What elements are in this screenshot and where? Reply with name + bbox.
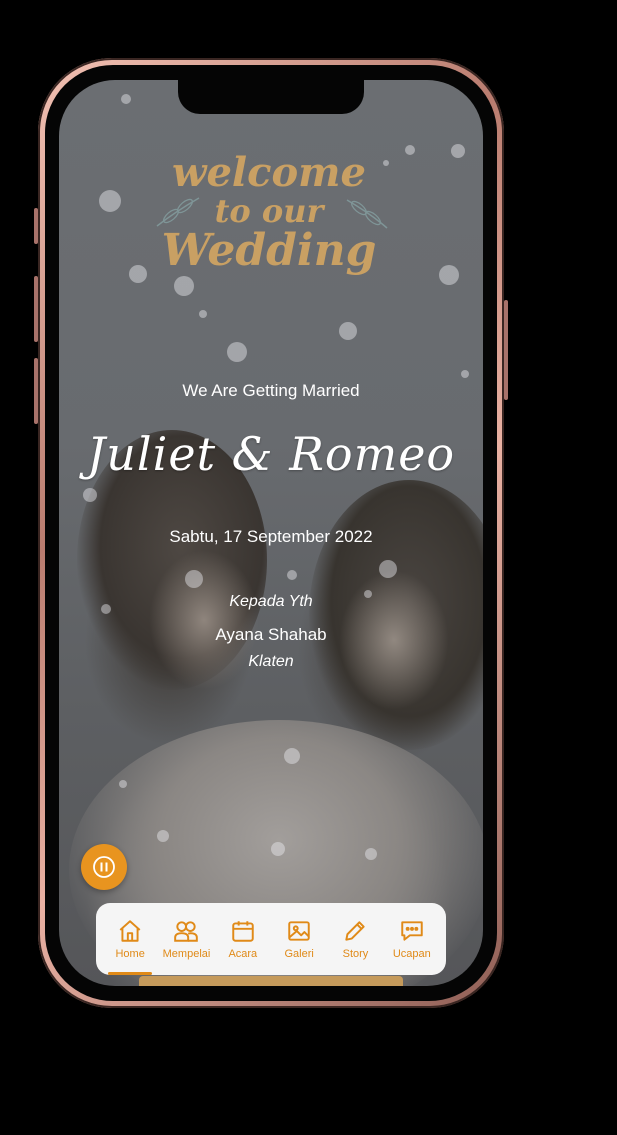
- nav-item-home[interactable]: Home: [102, 903, 158, 975]
- snow-dot: [405, 145, 415, 155]
- bottom-nav: Home Mempelai Acara Galeri Story Ucapan: [96, 903, 446, 975]
- guest-name: Ayana Shahab: [215, 625, 327, 644]
- chat-icon: [401, 921, 423, 941]
- snow-dot: [121, 94, 131, 104]
- bottom-strip: [139, 976, 403, 986]
- snow-dot: [461, 370, 469, 378]
- snow-dot: [365, 848, 377, 860]
- snow-dot: [83, 488, 97, 502]
- nav-label-story: Story: [342, 948, 369, 960]
- welcome-line-1: welcome: [172, 149, 366, 196]
- nav-label-ucapan: Ucapan: [392, 948, 431, 960]
- nav-label-acara: Acara: [228, 948, 258, 960]
- snow-dot: [271, 842, 285, 856]
- side-button: [34, 276, 38, 342]
- nav-item-mempelai[interactable]: Mempelai: [158, 903, 214, 975]
- snow-dot: [157, 830, 169, 842]
- snow-dot: [379, 560, 397, 578]
- welcome-line-3: Wedding: [161, 225, 377, 276]
- snow-dot: [439, 265, 459, 285]
- hero-subtitle: We Are Getting Married: [182, 381, 360, 400]
- nav-label-home: Home: [115, 948, 145, 960]
- screen: welcome to our Wedding We Are Getting Ma…: [59, 80, 483, 986]
- snow-dot: [227, 342, 247, 362]
- pause-icon: [93, 856, 115, 878]
- music-toggle-button[interactable]: [81, 844, 127, 890]
- couple-icon: [174, 921, 199, 942]
- guest-city: Klaten: [248, 653, 294, 670]
- snow-dot: [284, 748, 300, 764]
- pencil-icon: [345, 921, 366, 941]
- snow-dot: [451, 144, 465, 158]
- nav-item-galeri[interactable]: Galeri: [271, 903, 327, 975]
- side-button: [504, 300, 508, 400]
- wedding-date: Sabtu, 17 September 2022: [169, 527, 373, 546]
- calendar-icon: [232, 921, 254, 942]
- couple-names: Juliet & Romeo: [86, 427, 456, 481]
- nav-label-galeri: Galeri: [284, 948, 314, 960]
- snow-dot: [339, 322, 357, 340]
- snow-dot: [119, 780, 127, 788]
- leaf-right-icon: [346, 199, 388, 229]
- phone-frame: welcome to our Wedding We Are Getting Ma…: [34, 58, 508, 1008]
- nav-item-story[interactable]: Story: [327, 903, 383, 975]
- welcome-logo: welcome to our Wedding: [149, 152, 389, 312]
- leaf-left-icon: [156, 197, 200, 227]
- side-button: [34, 208, 38, 244]
- snow-dot: [129, 265, 147, 283]
- nav-item-acara[interactable]: Acara: [215, 903, 271, 975]
- notch: [178, 80, 364, 114]
- side-button: [34, 358, 38, 424]
- invitation-salutation: Kepada Yth: [229, 593, 313, 610]
- nav-label-mempelai: Mempelai: [162, 948, 211, 960]
- snow-dot: [287, 570, 297, 580]
- snow-dot: [185, 570, 203, 588]
- image-icon: [288, 921, 310, 941]
- nav-item-ucapan[interactable]: Ucapan: [384, 903, 440, 975]
- home-icon: [119, 920, 141, 942]
- snow-dot: [99, 190, 121, 212]
